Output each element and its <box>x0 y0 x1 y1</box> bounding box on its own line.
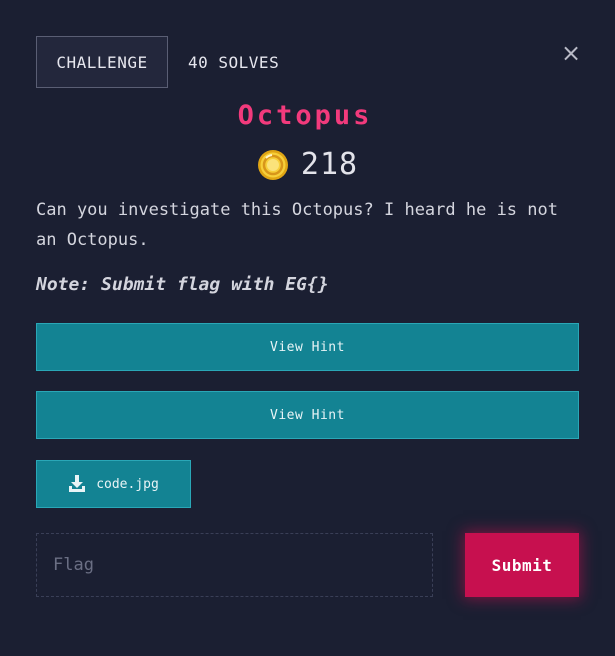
submit-button[interactable]: Submit <box>465 533 579 597</box>
tab-solves[interactable]: 40 SOLVES <box>168 36 299 88</box>
tab-challenge[interactable]: CHALLENGE <box>36 36 168 88</box>
close-icon[interactable]: × <box>561 41 581 65</box>
coin-icon <box>257 149 288 180</box>
challenge-modal: CHALLENGE 40 SOLVES × Octopus 218 Can yo… <box>0 0 615 656</box>
challenge-title: Octopus <box>237 100 373 131</box>
view-hint-button-1[interactable]: View Hint <box>36 323 579 371</box>
flag-input[interactable] <box>36 533 433 597</box>
points-value: 218 <box>300 147 359 182</box>
challenge-tabs: CHALLENGE 40 SOLVES <box>36 36 299 88</box>
challenge-points: 218 <box>0 147 615 182</box>
view-hint-button-2[interactable]: View Hint <box>36 391 579 439</box>
file-name: code.jpg <box>96 476 159 492</box>
challenge-note: Note: Submit flag with EG{} <box>36 274 329 295</box>
file-download-button[interactable]: code.jpg <box>36 460 191 508</box>
download-icon <box>69 475 86 492</box>
challenge-description: Can you investigate this Octopus? I hear… <box>36 200 558 250</box>
